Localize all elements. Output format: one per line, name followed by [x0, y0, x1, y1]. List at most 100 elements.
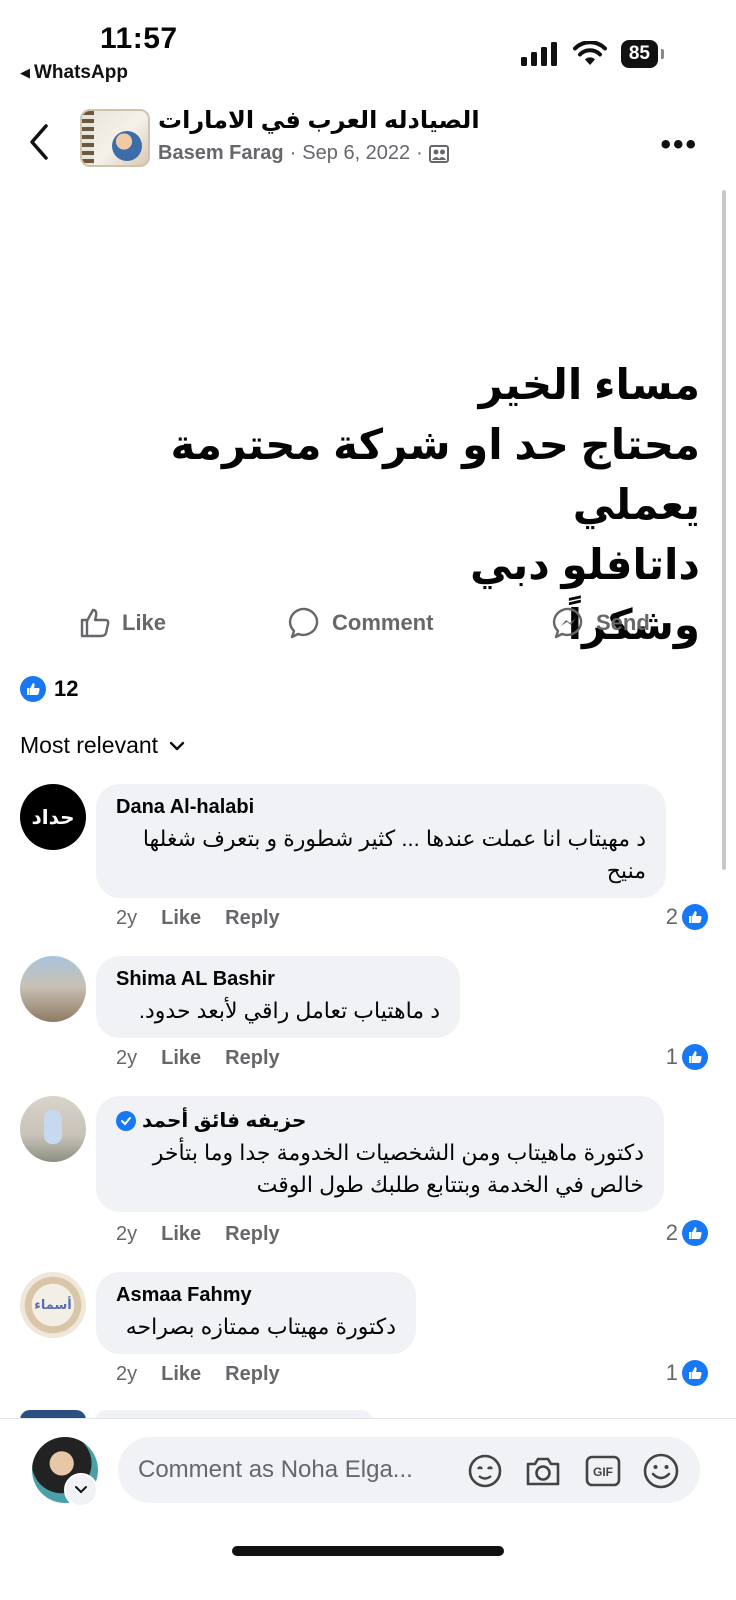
like-button[interactable]: Like	[78, 606, 166, 640]
reaction-number: 1	[665, 1360, 678, 1385]
emoji-icon	[643, 1453, 679, 1489]
commenter-avatar[interactable]	[20, 956, 86, 1022]
commenter-name[interactable]: Asmaa Fahmy	[116, 1284, 396, 1307]
post-line: محتاج حد او شركة محترمة يعملي	[170, 421, 700, 528]
avatar-sticker-icon	[468, 1454, 502, 1488]
comment-reaction-count[interactable]: 1	[666, 1044, 708, 1070]
emoji-button[interactable]	[642, 1452, 680, 1490]
comment-like-button[interactable]: Like	[161, 1363, 201, 1386]
reactions-summary[interactable]: 12	[20, 676, 78, 702]
comment-composer: GIF	[0, 1418, 736, 1528]
commenter-avatar[interactable]	[20, 1096, 86, 1162]
status-icons: 85	[520, 40, 665, 68]
comment-bubble[interactable]: Dana Al-halabi د مهيتاب انا عملت عندها .…	[96, 784, 666, 898]
comment-bubble[interactable]: Asmaa Fahmy دكتورة مهيتاب ممتازه بصراحه	[96, 1272, 416, 1354]
gif-button[interactable]: GIF	[584, 1452, 622, 1490]
comment-meta: 2y Like Reply	[116, 1223, 280, 1246]
like-reaction-icon	[682, 904, 708, 930]
post-author[interactable]: Basem Farag	[158, 142, 284, 165]
post-line: داتافلو دبي	[470, 541, 700, 588]
comment-text: د ماهتياب تعامل راقي لأبعد حدود.	[138, 998, 440, 1023]
comment-like-button[interactable]: Like	[161, 907, 201, 930]
commenter-name[interactable]: حزيفه فائق أحمد	[116, 1108, 644, 1133]
group-name[interactable]: الصيادله العرب في الامارات	[158, 106, 480, 135]
comment-reply-button[interactable]: Reply	[225, 1223, 279, 1246]
avatar-logo-text: حداد	[31, 806, 75, 829]
comment-sort-dropdown[interactable]: Most relevant	[20, 732, 186, 759]
group-privacy-icon	[428, 144, 449, 163]
camera-icon	[526, 1457, 560, 1486]
reactions-count: 12	[54, 676, 79, 701]
comment-age: 2y	[116, 1223, 138, 1245]
chevron-down-icon	[169, 741, 185, 750]
commenter-avatar[interactable]: أسماء	[20, 1272, 86, 1338]
comment-age: 2y	[116, 1047, 138, 1069]
reaction-number: 1	[665, 1044, 678, 1069]
avatar-sticker-button[interactable]	[466, 1452, 504, 1490]
group-thumbnail[interactable]	[80, 109, 150, 167]
home-indicator[interactable]	[232, 1546, 504, 1556]
like-label: Like	[122, 610, 167, 635]
comment-bubble-icon	[288, 607, 319, 639]
back-chevron-icon[interactable]	[24, 120, 56, 164]
gif-icon: GIF	[585, 1455, 621, 1487]
verified-badge-icon	[116, 1110, 136, 1131]
post-date[interactable]: Sep 6, 2022	[302, 142, 410, 165]
svg-text:GIF: GIF	[593, 1465, 613, 1479]
like-reaction-icon	[682, 1044, 708, 1070]
camera-button[interactable]	[524, 1452, 562, 1490]
commenter-name[interactable]: Dana Al-halabi	[116, 796, 646, 819]
reaction-number: 2	[665, 904, 678, 929]
wifi-icon	[572, 41, 607, 65]
like-reaction-icon	[682, 1360, 708, 1386]
comment-bubble[interactable]: حزيفه فائق أحمد دكتورة ماهيتاب ومن الشخص…	[96, 1096, 664, 1212]
comment-like-button[interactable]: Like	[161, 1047, 201, 1070]
meta-separator: ·	[416, 142, 423, 164]
comment-reply-button[interactable]: Reply	[225, 1047, 279, 1070]
commenter-name[interactable]: Shima AL Bashir	[116, 968, 440, 991]
comment-reaction-count[interactable]: 2	[666, 1220, 708, 1246]
notebook-spiral	[82, 111, 94, 165]
comment-input-pill[interactable]: GIF	[118, 1437, 700, 1503]
comment-text: د مهيتاب انا عملت عندها ... كثير شطورة و…	[142, 826, 646, 883]
send-label: Send	[596, 610, 650, 635]
status-time: 11:57	[100, 22, 178, 55]
post-meta: Basem Farag · Sep 6, 2022 ·	[158, 142, 449, 165]
sort-label: Most relevant	[20, 732, 159, 758]
messenger-icon	[552, 607, 583, 639]
avatar-logo-text: أسماء	[34, 1297, 72, 1312]
comment-age: 2y	[116, 1363, 138, 1385]
back-to-app[interactable]: ◀ WhatsApp	[20, 62, 128, 84]
commenter-name-text: حزيفه فائق أحمد	[142, 1110, 307, 1132]
back-triangle-icon: ◀	[20, 65, 30, 80]
signal-icon	[520, 42, 557, 66]
comment-button[interactable]: Comment	[288, 606, 433, 640]
comment-like-button[interactable]: Like	[161, 1223, 201, 1246]
comment-reaction-count[interactable]: 1	[666, 1360, 708, 1386]
switch-profile-button[interactable]	[64, 1473, 98, 1507]
scrollbar[interactable]	[722, 190, 726, 870]
meta-separator: ·	[289, 142, 297, 164]
group-photo-people	[112, 131, 142, 161]
post-action-bar: Like Comment Send	[0, 600, 736, 652]
send-button[interactable]: Send	[552, 606, 650, 640]
comment-reply-button[interactable]: Reply	[225, 907, 279, 930]
comment-age: 2y	[116, 907, 138, 929]
back-app-label: WhatsApp	[34, 62, 128, 83]
comment-text: دكتورة ماهيتاب ومن الشخصيات الخدومة جدا …	[152, 1140, 644, 1197]
comment-reaction-count[interactable]: 2	[666, 904, 708, 930]
like-reaction-icon	[682, 1220, 708, 1246]
comment-label: Comment	[332, 610, 434, 635]
chevron-down-icon	[75, 1486, 87, 1494]
thumbs-up-icon	[80, 608, 110, 638]
comment-reply-button[interactable]: Reply	[225, 1363, 279, 1386]
reaction-number: 2	[665, 1220, 678, 1245]
comment-bubble[interactable]: Shima AL Bashir د ماهتياب تعامل راقي لأب…	[96, 956, 460, 1038]
commenter-avatar[interactable]: حداد	[20, 784, 86, 850]
comment-meta: 2y Like Reply	[116, 907, 280, 930]
comment-meta: 2y Like Reply	[116, 1047, 280, 1070]
comment-meta: 2y Like Reply	[116, 1363, 280, 1386]
comment-input[interactable]	[138, 1437, 458, 1503]
more-options-button[interactable]: •••	[660, 128, 698, 162]
comment-text: دكتورة مهيتاب ممتازه بصراحه	[125, 1314, 396, 1339]
